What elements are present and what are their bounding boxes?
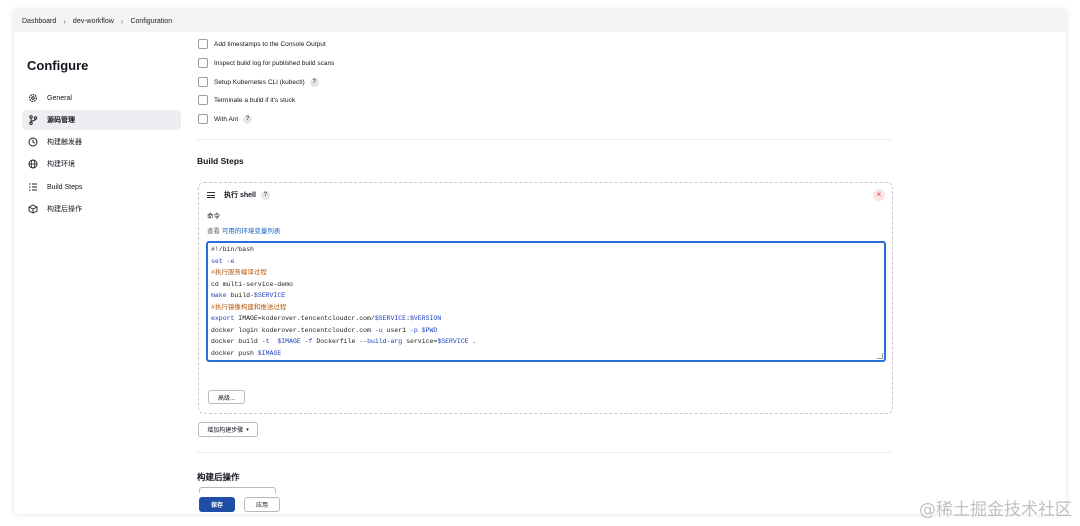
- option-add-timestamps: Add timestamps to the Console Output: [198, 39, 326, 49]
- save-button[interactable]: 保存: [199, 497, 235, 512]
- section-title-post-build: 构建后操作: [197, 472, 240, 482]
- shell-command-textarea[interactable]: #!/bin/bash set -e #执行服务编译过程 cd multi-se…: [206, 241, 886, 362]
- apply-button[interactable]: 应用: [244, 497, 280, 512]
- section-title-build-steps: Build Steps: [197, 156, 244, 166]
- divider: [196, 139, 892, 140]
- code-line: export IMAGE=koderover.tencentcloudcr.co…: [211, 315, 442, 322]
- globe-icon: [28, 159, 38, 169]
- chevron-right-icon: ›: [63, 16, 66, 26]
- sidebar-item-label: 源码管理: [47, 117, 75, 124]
- sidebar-item-label: General: [47, 94, 72, 102]
- watermark: @稀土掘金技术社区: [919, 500, 1072, 520]
- option-label: Setup Kubernetes CLI (kubectl): [214, 78, 305, 86]
- sidebar: Configure General 源码管理 构建触发器 构建环境 Build …: [14, 32, 194, 514]
- step-title: 执行 shell: [224, 192, 256, 199]
- branch-icon: [28, 115, 38, 125]
- sidebar-item-post-build[interactable]: 构建后操作: [22, 199, 181, 219]
- sidebar-item-build-steps[interactable]: Build Steps: [22, 177, 181, 197]
- add-post-build-button-partial[interactable]: [199, 487, 276, 493]
- option-setup-kubernetes-cli: Setup Kubernetes CLI (kubectl) ?: [198, 77, 319, 87]
- option-label: Add timestamps to the Console Output: [214, 40, 326, 48]
- sidebar-item-source-control[interactable]: 源码管理: [22, 110, 181, 130]
- env-variables-link[interactable]: 可用的环境变量列表: [222, 228, 281, 235]
- checkbox[interactable]: [198, 95, 208, 105]
- close-icon[interactable]: ×: [873, 189, 885, 201]
- env-hint: 查看 可用的环境变量列表: [207, 225, 280, 235]
- code-line: make build-$SERVICE: [211, 292, 286, 299]
- chevron-down-icon: ▾: [246, 426, 249, 433]
- code-line: docker build -t $IMAGE -f Dockerfile --b…: [211, 338, 477, 345]
- breadcrumb: Dashboard › dev-workflow › Configuration: [14, 10, 1066, 32]
- code-line: docker push $IMAGE: [211, 349, 282, 357]
- breadcrumb-dashboard[interactable]: Dashboard: [22, 18, 56, 25]
- sidebar-item-label: 构建触发器: [47, 139, 82, 146]
- sidebar-item-label: Build Steps: [47, 183, 83, 191]
- sidebar-item-build-environment[interactable]: 构建环境: [22, 154, 181, 174]
- code-line: cd multi-service-demo: [211, 280, 293, 288]
- checkbox[interactable]: [198, 77, 208, 87]
- sidebar-item-label: 构建后操作: [47, 206, 82, 213]
- breadcrumb-configuration[interactable]: Configuration: [130, 18, 172, 25]
- option-label: With Ant: [214, 115, 239, 123]
- breadcrumb-dev-workflow[interactable]: dev-workflow: [73, 18, 114, 25]
- page-title: Configure: [27, 58, 89, 73]
- add-build-step-label: 增加构建步骤: [207, 428, 244, 434]
- build-step-card: 执行 shell ? × 命令 查看 可用的环境变量列表 #!/bin/bash…: [198, 182, 893, 414]
- configure-main: Add timestamps to the Console Output Ins…: [196, 32, 896, 514]
- divider: [196, 452, 892, 453]
- option-label: Terminate a build if it's stuck: [214, 96, 296, 104]
- sidebar-item-label: 构建环境: [47, 161, 75, 168]
- option-label: Inspect build log for published build sc…: [214, 59, 335, 67]
- code-line: #!/bin/bash: [211, 246, 254, 253]
- code-line: docker login koderover.tencentcloudcr.co…: [211, 326, 438, 334]
- code-line: #执行服务编译过程: [211, 269, 267, 276]
- option-inspect-build-log: Inspect build log for published build sc…: [198, 58, 334, 68]
- add-build-step-button[interactable]: 增加构建步骤 ▾: [198, 422, 258, 437]
- jenkins-window: Dashboard › dev-workflow › Configuration…: [14, 10, 1066, 514]
- cube-icon: [28, 204, 38, 214]
- help-icon[interactable]: ?: [243, 114, 253, 124]
- gear-icon: [28, 93, 38, 103]
- checkbox[interactable]: [198, 58, 208, 68]
- drag-handle-icon[interactable]: [207, 192, 215, 198]
- chevron-right-icon: ›: [120, 16, 124, 26]
- option-terminate-stuck-build: Terminate a build if it's stuck: [198, 95, 295, 105]
- advanced-button[interactable]: 高级...: [208, 390, 245, 404]
- sidebar-item-general[interactable]: General: [22, 88, 181, 108]
- command-label: 命令: [207, 213, 220, 220]
- resize-handle[interactable]: [877, 353, 883, 359]
- code-line: #执行镜像构建和推送过程: [211, 303, 287, 311]
- sidebar-item-build-triggers[interactable]: 构建触发器: [22, 132, 181, 152]
- clock-icon: [28, 137, 38, 147]
- list-icon: [28, 182, 38, 192]
- checkbox[interactable]: [198, 114, 208, 124]
- checkbox[interactable]: [198, 39, 208, 49]
- env-hint-prefix: 查看: [207, 228, 220, 235]
- help-icon[interactable]: ?: [260, 190, 270, 200]
- help-icon[interactable]: ?: [309, 77, 319, 87]
- option-with-ant: With Ant ?: [198, 114, 253, 124]
- step-header: 执行 shell ?: [207, 190, 270, 200]
- code-line: set -e: [211, 257, 235, 265]
